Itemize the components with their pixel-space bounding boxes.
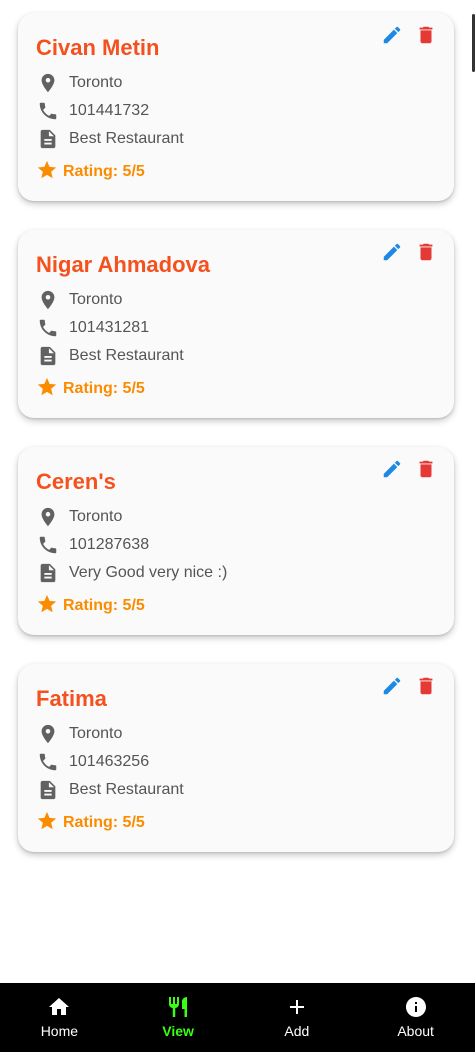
document-icon bbox=[36, 344, 60, 368]
location-pin-icon bbox=[36, 505, 60, 529]
location-row: Toronto bbox=[36, 71, 122, 95]
star-icon bbox=[36, 810, 58, 837]
restaurant-icon bbox=[166, 995, 190, 1019]
restaurant-city: Toronto bbox=[69, 508, 123, 525]
restaurant-name: Ceren's bbox=[36, 469, 116, 494]
phone-row: 101441732 bbox=[36, 99, 149, 123]
delete-button[interactable] bbox=[414, 23, 438, 47]
description-row: Best Restaurant bbox=[36, 778, 184, 802]
restaurant-name: Nigar Ahmadova bbox=[36, 252, 211, 277]
restaurant-name: Civan Metin bbox=[36, 35, 160, 60]
trash-icon bbox=[419, 243, 433, 261]
star-icon bbox=[36, 376, 58, 403]
restaurant-card[interactable]: Civan Metin Toronto 101441732 Best Resta… bbox=[18, 13, 454, 201]
restaurant-rating: Rating: 5/5 bbox=[63, 163, 145, 180]
rating-row: Rating: 5/5 bbox=[36, 377, 145, 401]
nav-label: Add bbox=[284, 1023, 310, 1039]
document-icon bbox=[36, 778, 60, 802]
phone-icon bbox=[36, 316, 60, 340]
nav-about[interactable]: About bbox=[356, 983, 475, 1052]
description-row: Best Restaurant bbox=[36, 344, 184, 368]
nav-view[interactable]: View bbox=[119, 983, 238, 1052]
delete-button[interactable] bbox=[414, 674, 438, 698]
restaurant-phone: 101441732 bbox=[69, 102, 150, 119]
edit-icon bbox=[383, 460, 401, 478]
restaurant-phone: 101431281 bbox=[69, 319, 150, 336]
phone-icon bbox=[36, 750, 60, 774]
bottom-navigation: Home View Add About bbox=[0, 983, 475, 1052]
info-icon bbox=[404, 995, 428, 1019]
restaurant-rating: Rating: 5/5 bbox=[63, 814, 145, 831]
restaurant-card[interactable]: Fatima Toronto 101463256 Best Restaurant… bbox=[18, 664, 454, 852]
location-pin-icon bbox=[36, 288, 60, 312]
nav-label: About bbox=[397, 1023, 434, 1039]
description-row: Very Good very nice :) bbox=[36, 561, 227, 585]
restaurant-phone: 101463256 bbox=[69, 753, 150, 770]
edit-icon bbox=[383, 243, 401, 261]
phone-icon bbox=[36, 533, 60, 557]
restaurant-description: Best Restaurant bbox=[69, 130, 184, 147]
description-row: Best Restaurant bbox=[36, 127, 184, 151]
restaurant-card[interactable]: Nigar Ahmadova Toronto 101431281 Best Re… bbox=[18, 230, 454, 418]
delete-button[interactable] bbox=[414, 457, 438, 481]
phone-icon bbox=[36, 99, 60, 123]
star-icon bbox=[36, 159, 58, 186]
edit-button[interactable] bbox=[380, 23, 404, 47]
phone-row: 101463256 bbox=[36, 750, 149, 774]
restaurant-city: Toronto bbox=[69, 74, 123, 91]
restaurant-city: Toronto bbox=[69, 291, 123, 308]
rating-row: Rating: 5/5 bbox=[36, 160, 145, 184]
restaurant-description: Very Good very nice :) bbox=[69, 564, 228, 581]
restaurant-rating: Rating: 5/5 bbox=[63, 380, 145, 397]
nav-label: View bbox=[162, 1023, 194, 1039]
document-icon bbox=[36, 127, 60, 151]
restaurant-rating: Rating: 5/5 bbox=[63, 597, 145, 614]
restaurant-description: Best Restaurant bbox=[69, 781, 184, 798]
document-icon bbox=[36, 561, 60, 585]
edit-button[interactable] bbox=[380, 240, 404, 264]
edit-icon bbox=[383, 677, 401, 695]
trash-icon bbox=[419, 460, 433, 478]
location-pin-icon bbox=[36, 71, 60, 95]
trash-icon bbox=[419, 677, 433, 695]
home-icon bbox=[47, 995, 71, 1019]
star-icon bbox=[36, 593, 58, 620]
restaurant-card[interactable]: Ceren's Toronto 101287638 Very Good very… bbox=[18, 447, 454, 635]
nav-add[interactable]: Add bbox=[238, 983, 357, 1052]
location-row: Toronto bbox=[36, 505, 122, 529]
edit-button[interactable] bbox=[380, 674, 404, 698]
restaurant-name: Fatima bbox=[36, 686, 107, 711]
add-icon bbox=[285, 995, 309, 1019]
edit-icon bbox=[383, 26, 401, 44]
trash-icon bbox=[419, 26, 433, 44]
restaurant-description: Best Restaurant bbox=[69, 347, 184, 364]
nav-label: Home bbox=[40, 1023, 79, 1039]
delete-button[interactable] bbox=[414, 240, 438, 264]
location-row: Toronto bbox=[36, 288, 122, 312]
nav-home[interactable]: Home bbox=[0, 983, 119, 1052]
restaurant-phone: 101287638 bbox=[69, 536, 150, 553]
edit-button[interactable] bbox=[380, 457, 404, 481]
phone-row: 101287638 bbox=[36, 533, 149, 557]
rating-row: Rating: 5/5 bbox=[36, 811, 145, 835]
location-pin-icon bbox=[36, 722, 60, 746]
location-row: Toronto bbox=[36, 722, 122, 746]
rating-row: Rating: 5/5 bbox=[36, 594, 145, 618]
phone-row: 101431281 bbox=[36, 316, 149, 340]
restaurant-city: Toronto bbox=[69, 725, 123, 742]
